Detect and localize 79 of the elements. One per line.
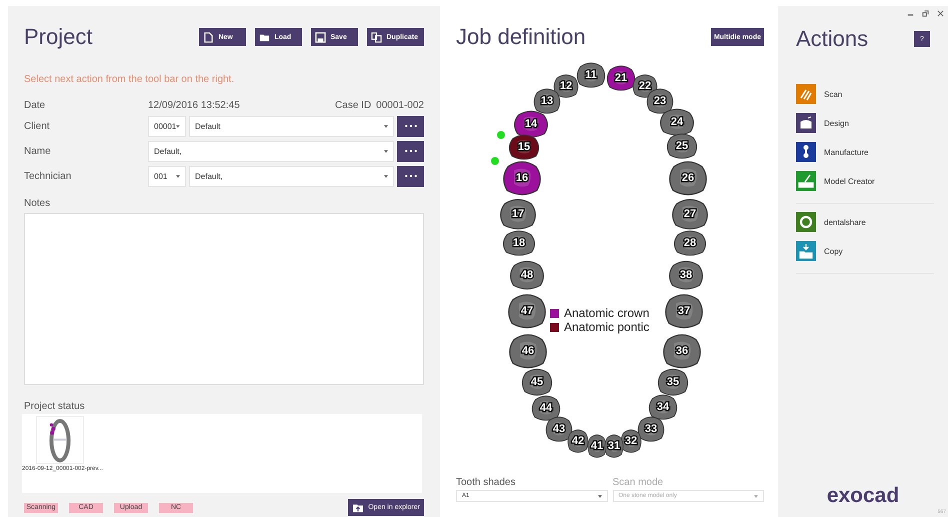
tooth[interactable]: 42	[567, 428, 589, 454]
tooth[interactable]: 47	[507, 292, 547, 330]
tooth[interactable]: 14	[513, 109, 549, 139]
tooth[interactable]: 31	[604, 433, 624, 459]
action-item[interactable]: Design	[796, 113, 934, 133]
tooth[interactable]: 24	[659, 107, 695, 137]
caret-icon	[176, 124, 180, 128]
tooth[interactable]: 25	[666, 132, 698, 160]
project-title: Project	[24, 24, 92, 50]
ellipsis-icon	[402, 149, 418, 153]
action-item[interactable]: Manufacture	[796, 142, 934, 162]
field-label: Client	[24, 120, 51, 132]
tooth[interactable]: 15	[508, 133, 540, 161]
date-value: 12/09/2016 13:52:45	[148, 100, 241, 110]
connector-dot[interactable]	[497, 131, 505, 139]
actions-title: Actions	[796, 26, 868, 52]
ellipsis-icon	[402, 174, 418, 178]
document-icon	[203, 32, 214, 42]
tooth[interactable]: 45	[521, 367, 553, 397]
tooth[interactable]: 48	[509, 259, 545, 291]
tooth-shades-label: Tooth shades	[456, 477, 516, 488]
connector-dot[interactable]	[491, 157, 499, 165]
tooth[interactable]: 46	[508, 332, 548, 370]
tooth[interactable]: 43	[545, 415, 573, 443]
close-icon[interactable]	[937, 10, 944, 17]
hint-text: Select next action from the tool bar on the right.	[24, 74, 236, 85]
action-item[interactable]: Scan	[796, 84, 934, 104]
tooth[interactable]: 36	[662, 332, 702, 370]
tooth[interactable]: 38	[668, 259, 704, 291]
legend-label: Anatomic crown	[564, 306, 650, 320]
case-id-value: 00001-002	[376, 100, 424, 110]
tooth[interactable]: 26	[668, 159, 708, 197]
caret-icon	[598, 494, 602, 498]
notes-field[interactable]	[24, 213, 424, 385]
case-id-label: Case ID	[335, 100, 372, 110]
tooth[interactable]: 17	[499, 197, 537, 231]
tooth[interactable]: 41	[587, 433, 607, 459]
code-dropdown[interactable]: 00001	[148, 116, 186, 136]
action-item[interactable]: Model Creator	[796, 171, 934, 191]
scan-mode-label: Scan mode	[612, 477, 664, 488]
tooth[interactable]: 11	[576, 61, 606, 89]
tooth[interactable]: 44	[531, 394, 561, 422]
status-label: Project status	[24, 401, 86, 412]
tooth[interactable]: 35	[657, 367, 689, 397]
tooth[interactable]: 37	[664, 292, 704, 330]
date-label: Date	[24, 100, 46, 110]
logo: exocad	[826, 484, 900, 508]
tooth[interactable]: 12	[553, 73, 579, 99]
code-dropdown[interactable]: 001	[148, 166, 186, 186]
field-label: Name	[24, 146, 52, 156]
notes-label: Notes	[24, 198, 52, 209]
tooth[interactable]: 34	[648, 393, 678, 421]
tooth[interactable]: 33	[637, 415, 665, 443]
field-label: Technician	[24, 170, 72, 182]
caret-icon	[384, 174, 388, 178]
more-button[interactable]	[397, 140, 424, 162]
legend-label: Anatomic pontic	[564, 320, 650, 334]
tooth[interactable]: 16	[502, 159, 542, 197]
ellipsis-icon	[402, 124, 418, 128]
caret-icon	[176, 174, 180, 178]
more-button[interactable]	[397, 116, 424, 136]
copy-icon	[371, 32, 382, 42]
restore-icon[interactable]	[922, 10, 929, 17]
action-item[interactable]: Copy	[796, 241, 934, 261]
folder-upload-icon	[352, 502, 364, 512]
job-title: Job definition	[456, 24, 586, 50]
tooth[interactable]: 28	[673, 229, 707, 257]
tooth[interactable]: 18	[502, 229, 536, 257]
caret-icon	[384, 150, 388, 152]
more-button[interactable]	[397, 166, 424, 186]
caret-icon	[754, 494, 758, 498]
tooth[interactable]: 13	[533, 87, 561, 115]
tooth[interactable]: 21	[606, 64, 636, 92]
action-item[interactable]: dentalshare	[796, 212, 934, 232]
value-dropdown[interactable]: Default,	[189, 166, 394, 186]
value-dropdown[interactable]: Default	[189, 116, 394, 136]
value-dropdown[interactable]: Default,	[148, 140, 394, 162]
tooth[interactable]: 27	[671, 197, 709, 231]
caret-icon	[384, 124, 388, 128]
